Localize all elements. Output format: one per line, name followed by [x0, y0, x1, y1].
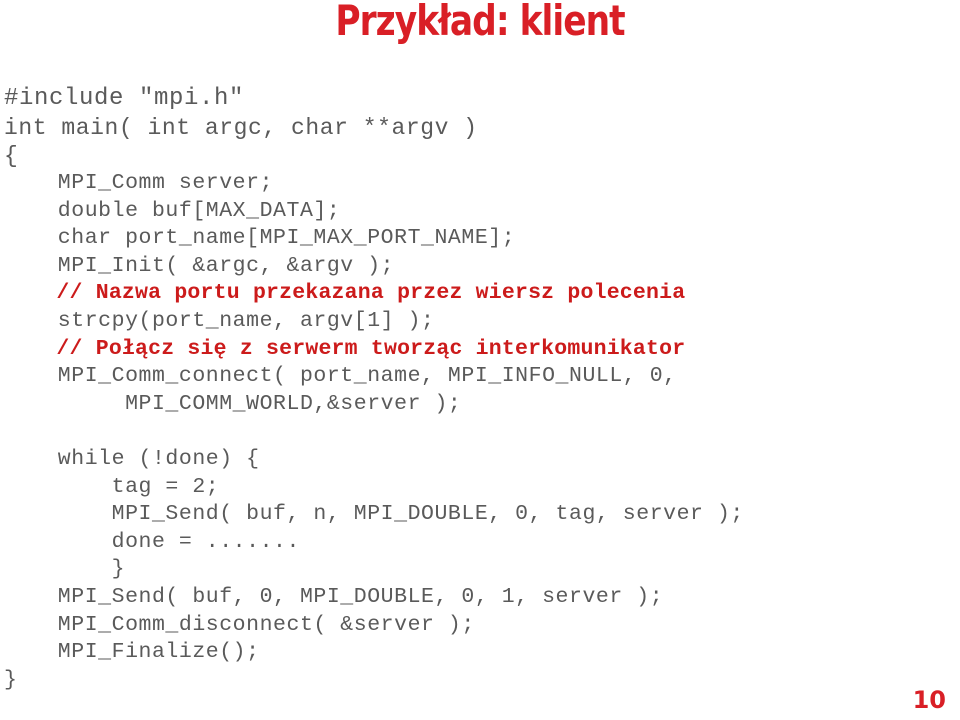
code-line: MPI_Finalize();	[4, 640, 260, 665]
code-line: }	[4, 557, 126, 582]
slide-canvas: Przykład: klient #include "mpi.h" int mai…	[0, 0, 960, 720]
page-title: Przykład: klient	[335, 0, 625, 45]
code-block: #include "mpi.h" int main( int argc, char…	[4, 84, 956, 694]
code-line: double buf[MAX_DATA];	[4, 198, 341, 223]
code-line: char port_name[MPI_MAX_PORT_NAME];	[4, 226, 516, 251]
code-line: }	[4, 667, 18, 692]
code-line: MPI_Comm server;	[4, 171, 274, 195]
code-line: MPI_Send( buf, n, MPI_DOUBLE, 0, tag, se…	[4, 502, 744, 527]
code-comment-line: // Połącz się z serwerm tworząc interkom…	[4, 336, 686, 361]
code-comment-line: // Nazwa portu przekazana przez wiersz p…	[4, 281, 686, 306]
code-line: #include "mpi.h"	[4, 85, 245, 112]
code-line: MPI_Init( &argc, &argv );	[4, 253, 395, 278]
code-line: while (!done) {	[4, 446, 260, 471]
code-line: {	[4, 143, 19, 169]
code-line: MPI_Comm_connect( port_name, MPI_INFO_NU…	[4, 364, 677, 389]
page-number: 10	[912, 686, 946, 714]
code-line: done = .......	[4, 529, 300, 554]
code-line: strcpy(port_name, argv[1] );	[4, 308, 435, 333]
code-line: tag = 2;	[4, 474, 220, 499]
code-line: MPI_COMM_WORLD,&server );	[4, 391, 462, 416]
code-line: MPI_Send( buf, 0, MPI_DOUBLE, 0, 1, serv…	[4, 584, 664, 609]
code-line: MPI_Comm_disconnect( &server );	[4, 612, 475, 637]
code-line: int main( int argc, char **argv )	[4, 115, 478, 141]
